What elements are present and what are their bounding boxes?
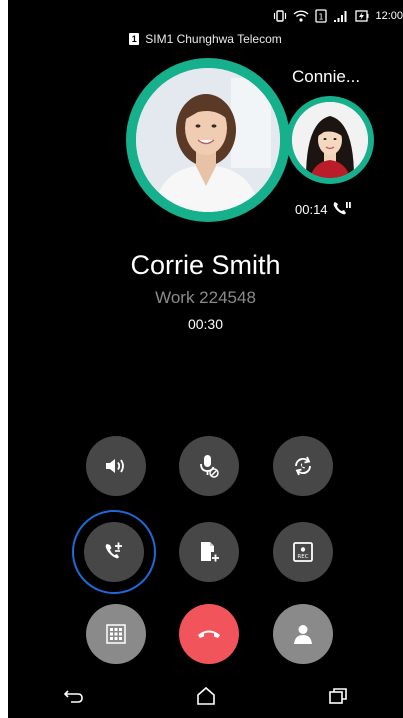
contact-icon bbox=[293, 623, 313, 645]
speaker-button[interactable] bbox=[86, 436, 146, 496]
call-timer: 00:30 bbox=[187, 316, 224, 332]
navigation-bar bbox=[8, 678, 403, 718]
caller-number: Work 224548 bbox=[155, 288, 256, 307]
caller-photo bbox=[136, 68, 280, 212]
record-label: REC bbox=[297, 554, 308, 560]
swap-icon bbox=[291, 454, 315, 478]
speaker-icon bbox=[104, 456, 128, 476]
merge-call-button[interactable] bbox=[84, 522, 144, 582]
battery-charging-icon bbox=[355, 9, 369, 23]
sim-badge: 1 bbox=[129, 33, 140, 45]
second-timer-text: 00:14 bbox=[295, 202, 328, 217]
sim-icon: 1 bbox=[315, 9, 328, 23]
add-note-button[interactable] bbox=[179, 522, 239, 582]
end-call-icon bbox=[196, 627, 222, 641]
signal-icon bbox=[333, 9, 349, 23]
wifi-icon bbox=[293, 9, 309, 23]
second-caller-photo bbox=[292, 102, 368, 178]
second-caller-avatar[interactable] bbox=[286, 96, 374, 184]
back-icon[interactable] bbox=[63, 688, 85, 709]
mute-icon bbox=[198, 453, 220, 479]
second-call-timer: 00:14 bbox=[295, 200, 352, 219]
svg-text:1: 1 bbox=[319, 13, 324, 22]
caller-name: Corrie Smith bbox=[130, 250, 281, 280]
clock: 12:00 bbox=[375, 10, 403, 22]
second-caller-name: Connie... bbox=[292, 67, 361, 86]
swap-call-button[interactable] bbox=[273, 436, 333, 496]
call-on-hold-icon bbox=[332, 200, 352, 219]
contact-button[interactable] bbox=[273, 604, 333, 664]
add-note-icon bbox=[198, 540, 220, 564]
home-icon[interactable] bbox=[195, 686, 217, 711]
status-bar: 1 12:00 bbox=[273, 6, 403, 26]
merge-call-icon bbox=[102, 540, 126, 564]
vibrate-icon bbox=[273, 9, 287, 23]
carrier-text: SIM1 Chunghwa Telecom bbox=[145, 32, 282, 46]
phone-screen: 1 12:00 1 SIM1 Chunghwa Telecom Connie..… bbox=[8, 0, 403, 718]
carrier-label: 1 SIM1 Chunghwa Telecom bbox=[8, 32, 403, 46]
record-button[interactable]: REC bbox=[273, 522, 333, 582]
end-call-button[interactable] bbox=[179, 604, 239, 664]
keypad-icon bbox=[106, 624, 126, 644]
keypad-button[interactable] bbox=[86, 604, 146, 664]
record-icon: REC bbox=[292, 541, 314, 563]
recents-icon[interactable] bbox=[328, 687, 348, 710]
mute-button[interactable] bbox=[179, 436, 239, 496]
main-caller-avatar bbox=[126, 58, 290, 222]
